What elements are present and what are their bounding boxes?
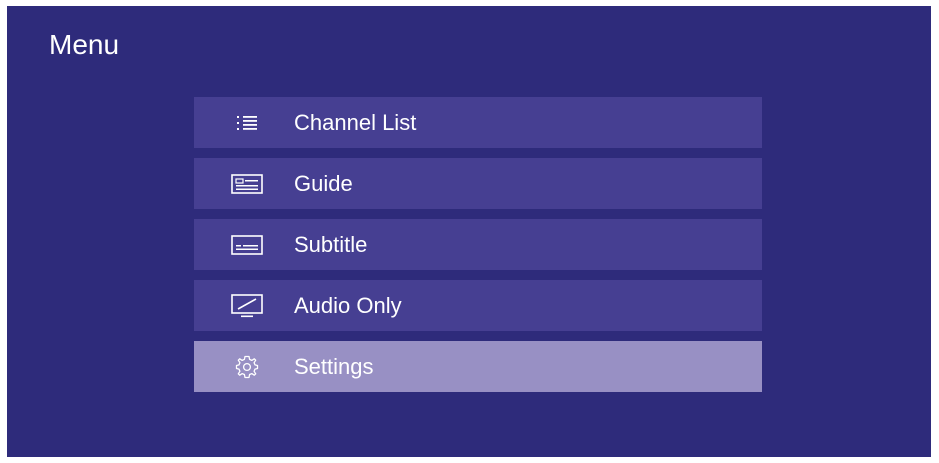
menu-item-label: Settings: [294, 353, 374, 379]
menu-item-guide[interactable]: Guide: [194, 158, 762, 209]
menu-item-label: Guide: [294, 170, 353, 196]
guide-icon: [230, 170, 264, 198]
menu-item-label: Channel List: [294, 109, 417, 135]
subtitle-icon: [230, 231, 264, 259]
menu-item-label: Audio Only: [294, 292, 402, 318]
menu-item-settings[interactable]: Settings: [194, 341, 762, 392]
menu-item-channel-list[interactable]: Channel List: [194, 97, 762, 148]
list-icon: [230, 109, 264, 137]
menu-item-audio-only[interactable]: Audio Only: [194, 280, 762, 331]
tv-menu-screen: Menu Channel List Guide Subtitle Audio O…: [7, 6, 931, 457]
audio-only-icon: [230, 292, 264, 320]
gear-icon: [230, 353, 264, 381]
menu-item-subtitle[interactable]: Subtitle: [194, 219, 762, 270]
page-title: Menu: [49, 29, 120, 60]
menu-item-label: Subtitle: [294, 231, 368, 257]
main-menu: Channel List Guide Subtitle Audio Only S…: [194, 97, 762, 402]
